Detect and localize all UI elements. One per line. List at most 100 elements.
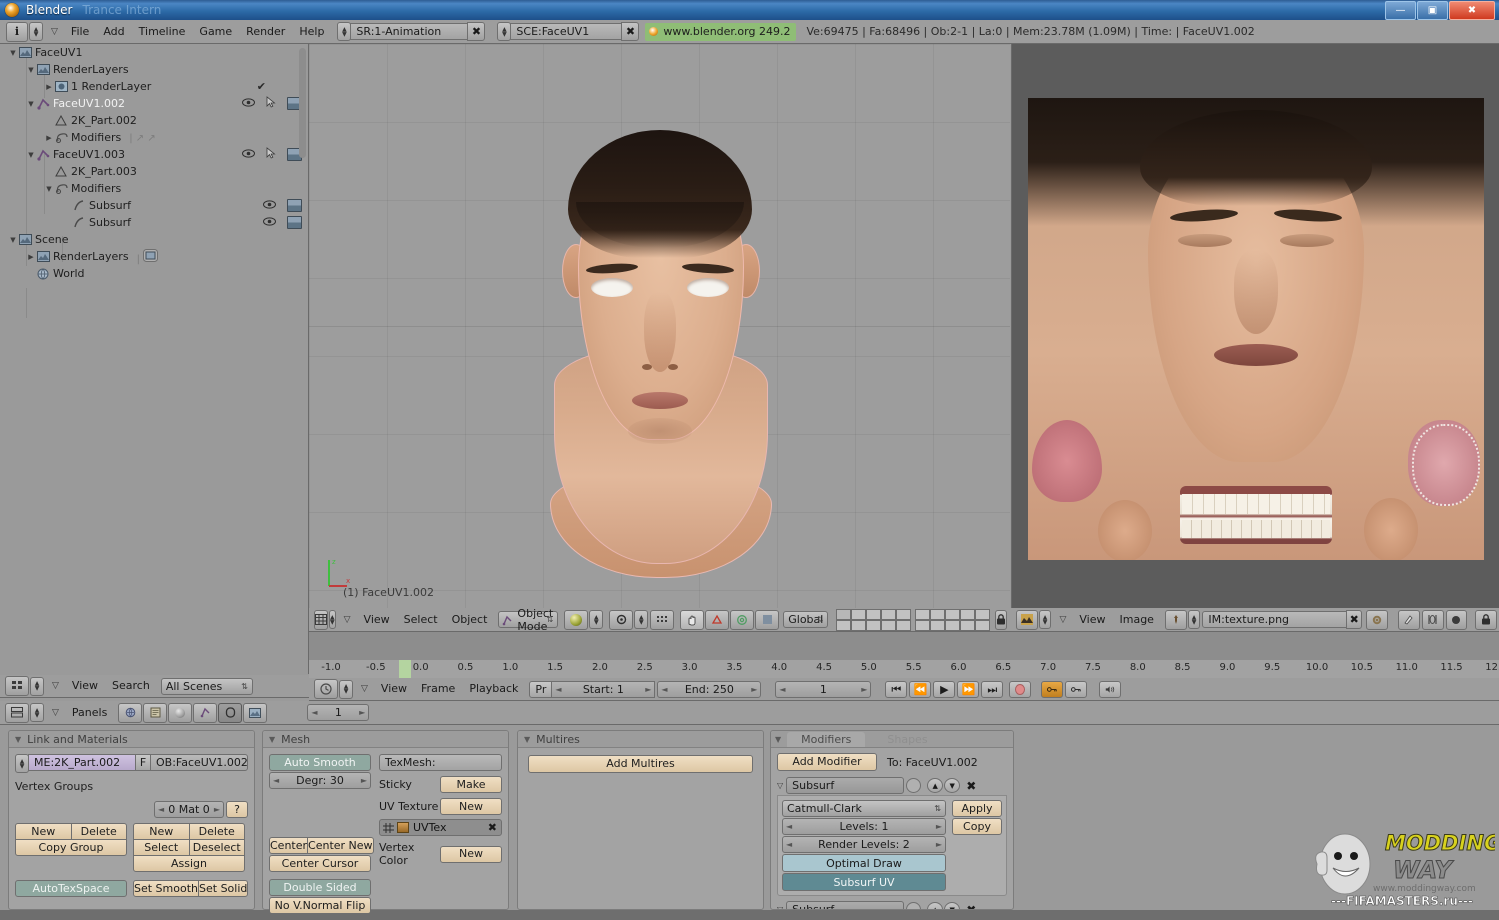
uvimage-icon[interactable]	[1016, 610, 1038, 630]
optimal-draw-toggle-0[interactable]: Optimal Draw	[782, 854, 946, 872]
renderlayer-enabled-check[interactable]: ✔	[257, 80, 266, 93]
screen-spinner[interactable]: ▲▼	[337, 22, 351, 41]
script-context-icon[interactable]	[243, 703, 267, 723]
renderlayer-button-icon[interactable]	[143, 254, 158, 265]
modifier-move-down-icon-1[interactable]: ▼	[944, 902, 960, 910]
copy-group-button[interactable]: Copy Group	[15, 839, 127, 856]
selectable-cursor-icon[interactable]	[266, 147, 276, 162]
autotexspace-button[interactable]: AutoTexSpace	[15, 880, 127, 897]
outliner-row-1-renderlayer[interactable]: ▶1 RenderLayer✔	[0, 78, 308, 95]
menu-render[interactable]: Render	[239, 21, 292, 43]
play-forward-button[interactable]: ⏩	[957, 681, 979, 698]
transform-orientation-dropdown[interactable]: Global⇅	[783, 611, 828, 628]
subsurf-type-dropdown-0[interactable]: Catmull-Clark⇅	[782, 800, 946, 817]
minimize-button[interactable]: —	[1385, 1, 1416, 20]
editing-context-icon[interactable]	[218, 703, 242, 723]
speaker-icon[interactable]	[1099, 681, 1121, 698]
panel-mesh[interactable]: ▼ Mesh Auto Smooth ◄Degr: 30► Center Cen…	[262, 730, 509, 910]
outliner-menu-search[interactable]: Search	[105, 675, 157, 697]
menu-collapse-icon[interactable]: ▽	[51, 27, 58, 37]
modifier-cage-toggle-icon-1[interactable]	[906, 902, 921, 910]
viewport-menu-object[interactable]: Object	[445, 609, 495, 631]
mesh-datablock-field[interactable]: ME:2K_Part.002	[28, 754, 136, 771]
modifier-move-down-icon[interactable]: ▼	[944, 778, 960, 793]
paint-icon[interactable]	[1398, 610, 1420, 630]
play-reverse-button[interactable]: ⏪	[909, 681, 931, 698]
menu-game[interactable]: Game	[192, 21, 239, 43]
panel-multires-header[interactable]: ▼ Multires	[518, 731, 763, 748]
object-context-icon[interactable]	[143, 703, 167, 723]
lock-icon[interactable]	[995, 610, 1007, 630]
screen-selector-group[interactable]: ▲▼ SR:1-Animation ✖	[337, 22, 485, 41]
shading-context-icon[interactable]	[168, 703, 192, 723]
jump-start-button[interactable]: ⏮	[885, 681, 907, 698]
jump-end-button[interactable]: ⏭	[981, 681, 1003, 698]
key-controls[interactable]	[1041, 681, 1087, 698]
image-clear-button[interactable]: ✖	[1346, 610, 1362, 629]
draw-type-spinner[interactable]: ▲▼	[589, 610, 603, 629]
viewport-3d[interactable]: z x (1) FaceUV1.002	[309, 44, 1010, 608]
pin-icon[interactable]	[1165, 610, 1187, 630]
uv-icon[interactable]	[1422, 610, 1444, 630]
key-icon[interactable]	[1065, 681, 1087, 698]
outliner-row-renderlayers[interactable]: ▼RenderLayers	[0, 61, 308, 78]
material-help-button[interactable]: ?	[226, 801, 248, 818]
panel-modifiers-header[interactable]: ▼ Modifiers Shapes	[771, 731, 1013, 748]
buttons-menu-collapse-icon[interactable]: ▽	[52, 708, 59, 718]
material-deselect-button[interactable]: Deselect	[189, 839, 246, 856]
panel-collapse-icon[interactable]: ▼	[15, 735, 21, 744]
outliner-expand-icon[interactable]: ▶	[44, 134, 54, 142]
outliner-row-subsurf[interactable]: Subsurf	[0, 214, 308, 231]
hand-icon[interactable]	[680, 610, 704, 630]
context-buttons[interactable]	[118, 703, 267, 723]
editor-type-spinner[interactable]: ▲▼	[29, 22, 43, 41]
start-frame-field[interactable]: ◄Start: 1►	[551, 681, 655, 698]
close-button[interactable]: ✖	[1449, 1, 1495, 20]
material-new-button[interactable]: New	[133, 823, 190, 840]
timeline-menu-frame[interactable]: Frame	[414, 678, 462, 700]
outliner-row-modifiers[interactable]: ▶Modifiers| ↗ ↗	[0, 129, 308, 146]
current-frame-field[interactable]: ◄1►	[775, 681, 871, 698]
modifier-apply-button-0[interactable]: Apply	[952, 800, 1002, 817]
scene-context-icon[interactable]	[118, 703, 142, 723]
outliner-menu-view[interactable]: View	[65, 675, 105, 697]
outliner-row-world[interactable]: World	[0, 265, 308, 282]
buttons-icon[interactable]	[5, 703, 29, 723]
object-data-icon[interactable]	[193, 703, 217, 723]
outliner-expand-icon[interactable]: ▼	[26, 66, 36, 74]
outliner-expand-icon[interactable]: ▶	[26, 253, 36, 261]
screen-selector[interactable]: SR:1-Animation	[350, 23, 468, 40]
panel-modifiers[interactable]: ▼ Modifiers Shapes Add Modifier To: Face…	[770, 730, 1014, 910]
outliner-expand-icon[interactable]: ▼	[26, 100, 36, 108]
subsurf-uv-toggle-0[interactable]: Subsurf UV	[782, 873, 946, 891]
key-orange-icon[interactable]	[1041, 681, 1063, 698]
playback-pr-button[interactable]: Pr	[529, 681, 552, 698]
subsurf-levels-field-0[interactable]: ◄Levels: 1►	[782, 818, 946, 835]
panel-multires[interactable]: ▼ Multires Add Multires	[517, 730, 764, 910]
center-button[interactable]: Center	[269, 837, 308, 854]
auto-smooth-button[interactable]: Auto Smooth	[269, 754, 371, 771]
outliner-scrollbar[interactable]	[299, 48, 306, 158]
gear-icon[interactable]	[1366, 610, 1388, 630]
draw-type-group[interactable]: ▲▼	[564, 610, 603, 630]
record-icon[interactable]	[1446, 610, 1468, 630]
subsurf-render-levels-field-0[interactable]: ◄Render Levels: 2►	[782, 836, 946, 853]
texmesh-field[interactable]: TexMesh:	[379, 754, 502, 771]
center-new-button[interactable]: Center New	[307, 837, 374, 854]
fake-user-button[interactable]: F	[135, 754, 151, 771]
panel-mesh-collapse-icon[interactable]: ▼	[269, 735, 275, 744]
rotate-icon[interactable]	[705, 610, 729, 630]
panel-link-and-materials-header[interactable]: ▼ Link and Materials	[9, 731, 254, 748]
uv-menu-collapse-icon[interactable]: ▽	[1059, 615, 1066, 625]
outliner-row-faceuv1-003[interactable]: ▼FaceUV1.003	[0, 146, 308, 163]
menu-add[interactable]: Add	[96, 21, 131, 43]
scale-icon[interactable]	[730, 610, 754, 630]
play-button[interactable]: ▶	[933, 681, 955, 698]
snap-icon[interactable]	[650, 610, 674, 630]
set-solid-button[interactable]: Set Solid	[198, 880, 248, 897]
shading-solid-icon[interactable]	[564, 610, 588, 630]
end-frame-field[interactable]: ◄End: 250►	[657, 681, 761, 698]
viewport-menu-view[interactable]: View	[357, 609, 397, 631]
modifier-delete-icon[interactable]: ✖	[966, 779, 976, 793]
timeline-type-spinner[interactable]: ▲▼	[339, 680, 353, 699]
